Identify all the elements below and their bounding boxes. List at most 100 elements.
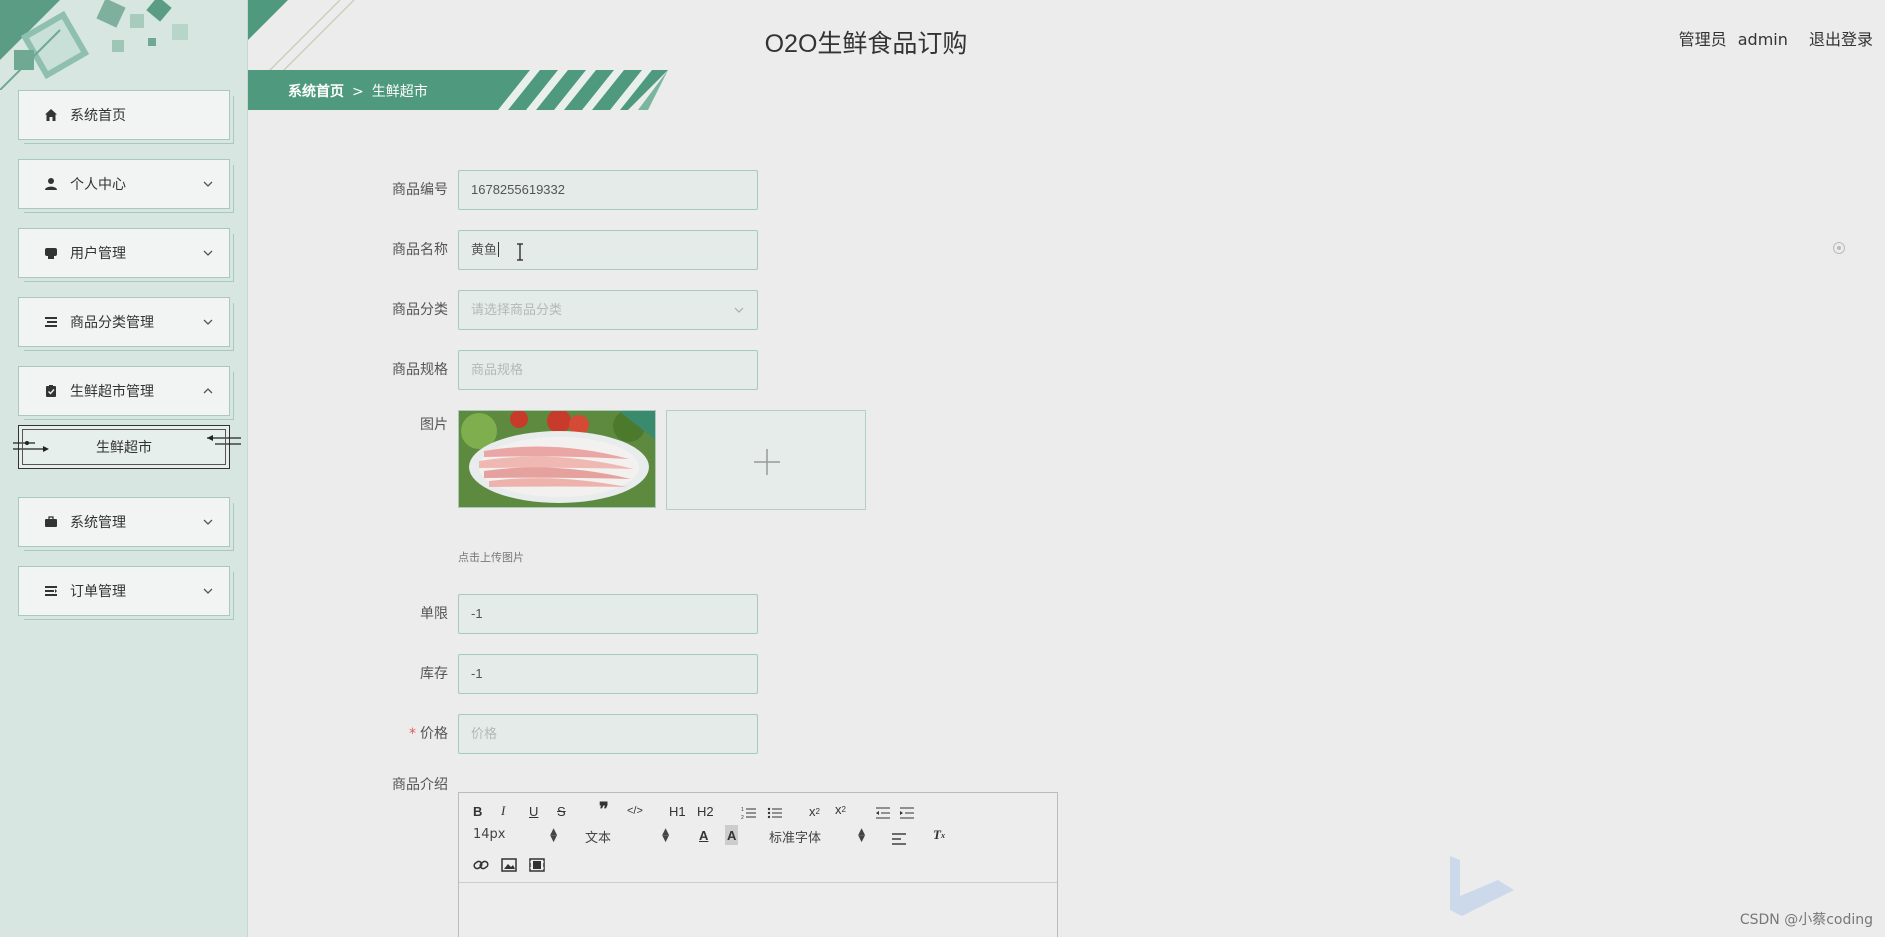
product-code-input[interactable]: 1678255619332 (458, 170, 758, 210)
link-icon[interactable] (473, 855, 489, 875)
form-row-limit: 单限 -1 (380, 594, 1280, 634)
bold-button[interactable]: B (473, 801, 482, 821)
editor-content-area[interactable] (459, 883, 1057, 937)
home-icon (43, 107, 59, 123)
breadcrumb-current: 生鲜超市 (371, 84, 428, 100)
field-label: 商品编号 (392, 182, 448, 198)
sidebar-item-categories[interactable]: 商品分类管理 (18, 297, 230, 347)
price-input[interactable]: 价格 (458, 714, 758, 754)
watermark-logo-icon (1450, 856, 1514, 916)
chevron-up-icon (203, 388, 213, 394)
circle-close-icon[interactable] (1832, 241, 1846, 255)
user-icon (43, 176, 59, 192)
underline-button[interactable]: U (529, 801, 538, 821)
fish-image (459, 411, 655, 507)
sidebar-item-label: 用户管理 (70, 246, 126, 262)
image-icon[interactable] (501, 855, 517, 875)
paragraph-select[interactable]: 文本 ▲ ▼ (585, 827, 669, 847)
form-row-code: 商品编号 1678255619332 (380, 170, 1280, 210)
background-color-button[interactable]: A (725, 825, 739, 845)
arrow-right-icon (13, 441, 49, 452)
video-icon[interactable] (529, 855, 545, 875)
user-box: 管理员 admin 退出登录 (1669, 26, 1873, 50)
sidebar-subitem-label: 生鲜超市 (96, 440, 152, 456)
font-color-button[interactable]: A (699, 825, 708, 845)
quote-icon[interactable]: ❞ (599, 799, 609, 819)
outdent-icon[interactable] (875, 803, 891, 823)
field-label: 单限 (420, 606, 448, 622)
users-icon (43, 245, 59, 261)
bullet-list-icon[interactable] (767, 803, 783, 823)
chevron-down-icon (203, 519, 213, 525)
updown-icon: ▲ ▼ (550, 827, 557, 844)
user-role: 管理员 (1678, 30, 1727, 49)
clear-format-button[interactable]: Tx (933, 825, 945, 845)
text-cursor (498, 242, 500, 257)
sidebar-item-users[interactable]: 用户管理 (18, 228, 230, 278)
product-name-value: 黄鱼 (471, 242, 498, 257)
clipboard-icon (43, 383, 59, 399)
breadcrumb: 系统首页 > 生鲜超市 (288, 81, 428, 101)
plus-icon (754, 449, 780, 475)
superscript-button[interactable]: x2 (835, 799, 846, 819)
form-row-spec: 商品规格 商品规格 (380, 350, 1280, 390)
list-icon (43, 314, 59, 330)
form-row-name: 商品名称 黄鱼 (380, 230, 1280, 270)
category-placeholder: 请选择商品分类 (471, 302, 563, 317)
arrow-left-icon (207, 435, 241, 445)
breadcrumb-separator: > (352, 84, 364, 100)
h2-button[interactable]: H2 (697, 801, 714, 821)
chevron-down-icon (203, 319, 213, 325)
sidebar-subitem-market[interactable]: 生鲜超市 (13, 425, 241, 469)
page-title: O2O生鲜食品订购 (764, 30, 968, 58)
sidebar: 系统首页 个人中心 用户管理 商品分类管理 生鲜超市管理 生鲜超市 系统管理 订… (0, 0, 248, 937)
product-image-thumbnail[interactable] (458, 410, 656, 508)
upload-hint: 点击上传图片 (458, 551, 524, 564)
font-size-select[interactable]: 14px ▲ ▼ (473, 827, 557, 844)
svg-text:1: 1 (741, 807, 744, 813)
field-label: 商品规格 (392, 362, 448, 378)
paragraph-value: 文本 (585, 831, 612, 846)
sidebar-item-label: 订单管理 (70, 584, 126, 600)
field-label: 商品分类 (392, 302, 448, 318)
updown-icon: ▲ ▼ (662, 827, 669, 844)
logout-link[interactable]: 退出登录 (1809, 30, 1873, 49)
chevron-down-icon (203, 250, 213, 256)
code-icon[interactable]: </> (627, 801, 643, 821)
ordered-list-icon[interactable]: 12 (741, 803, 757, 823)
spec-input[interactable]: 商品规格 (458, 350, 758, 390)
breadcrumb-home[interactable]: 系统首页 (288, 84, 344, 100)
limit-input[interactable]: -1 (458, 594, 758, 634)
editor-toolbar: B I U S ❞ </> H1 H2 12 x2 x2 14px ▲ ▼ 文本 ▲ ▼… (459, 793, 1057, 883)
field-label: 商品名称 (392, 242, 448, 258)
h1-button[interactable]: H1 (669, 801, 686, 821)
sidebar-item-home[interactable]: 系统首页 (18, 90, 230, 140)
chevron-down-icon (203, 181, 213, 187)
stock-input[interactable]: -1 (458, 654, 758, 694)
italic-button[interactable]: I (501, 801, 505, 821)
align-icon[interactable] (891, 829, 907, 849)
sidebar-item-system[interactable]: 系统管理 (18, 497, 230, 547)
chevron-down-icon (734, 307, 744, 313)
font-family-value: 标准字体 (769, 831, 822, 846)
strike-button[interactable]: S (557, 801, 566, 821)
indent-icon[interactable] (899, 803, 915, 823)
ibeam-cursor-icon (517, 243, 523, 261)
updown-icon: ▲ ▼ (858, 827, 865, 844)
sidebar-item-personal[interactable]: 个人中心 (18, 159, 230, 209)
sidebar-item-label: 商品分类管理 (70, 315, 154, 331)
form-row-image: 图片 点击上传图片 (380, 410, 1280, 570)
sidebar-item-market[interactable]: 生鲜超市管理 (18, 366, 230, 416)
sidebar-item-label: 系统首页 (70, 108, 126, 124)
upload-button[interactable] (666, 410, 866, 510)
sidebar-item-label: 系统管理 (70, 515, 126, 531)
sidebar-item-orders[interactable]: 订单管理 (18, 566, 230, 616)
field-label: 商品介绍 (392, 777, 448, 793)
chevron-down-icon (203, 588, 213, 594)
product-name-input[interactable]: 黄鱼 (458, 230, 758, 270)
category-select[interactable]: 请选择商品分类 (458, 290, 758, 330)
font-family-select[interactable]: 标准字体 ▲ ▼ (769, 827, 865, 847)
briefcase-icon (43, 514, 59, 530)
subscript-button[interactable]: x2 (809, 801, 820, 821)
required-mark: * (409, 726, 416, 742)
